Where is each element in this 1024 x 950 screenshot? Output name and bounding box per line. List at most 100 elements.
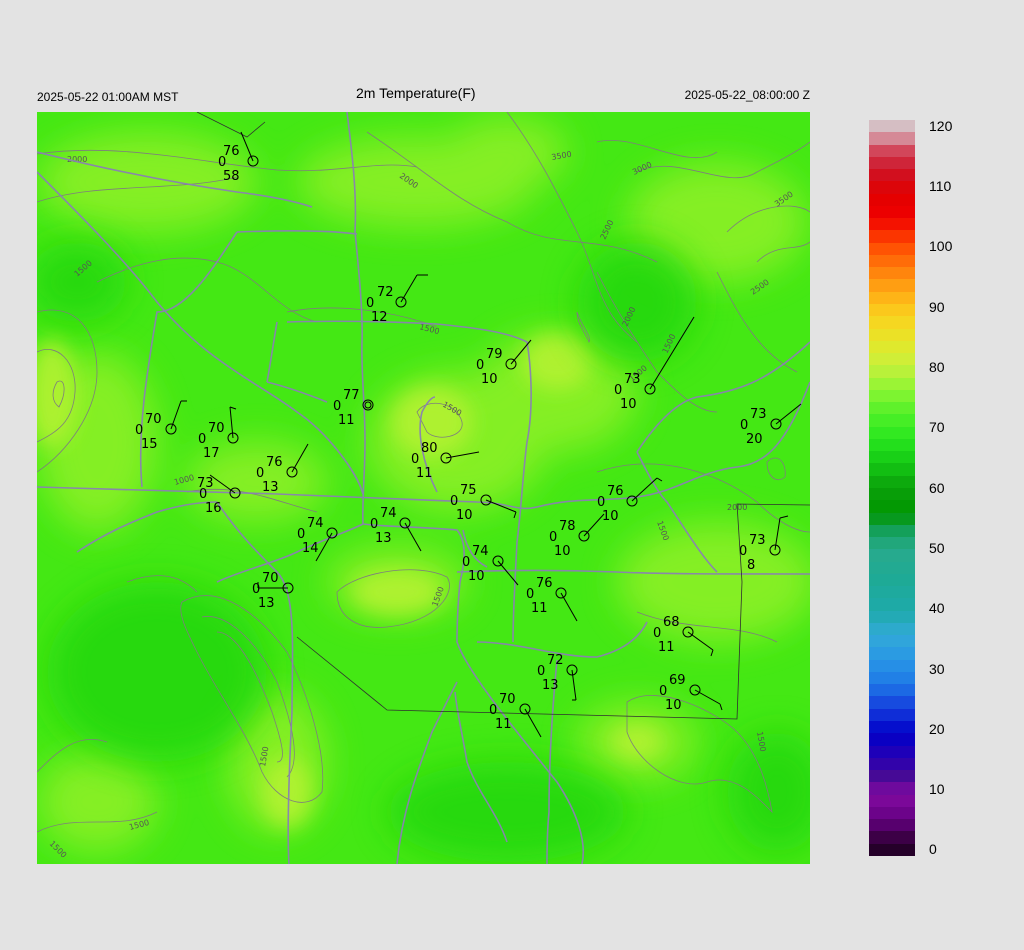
colorbar-band bbox=[869, 438, 915, 452]
station-temp: 70 bbox=[208, 421, 225, 436]
station-dewpoint: 0 bbox=[597, 495, 605, 510]
colorbar-tick-70: 70 bbox=[929, 419, 945, 435]
temperature-colorbar bbox=[869, 120, 915, 856]
station-dewpoint: 0 bbox=[526, 587, 534, 602]
station-temp: 70 bbox=[499, 692, 516, 707]
station-dewpoint: 0 bbox=[549, 530, 557, 545]
station-temp: 76 bbox=[536, 576, 553, 591]
station-dewpoint: 0 bbox=[614, 383, 622, 398]
colorbar-band bbox=[869, 708, 915, 722]
station-visibility: 20 bbox=[746, 432, 763, 447]
colorbar-band bbox=[869, 156, 915, 170]
colorbar-band bbox=[869, 586, 915, 599]
station-temp: 73 bbox=[749, 533, 766, 548]
station-visibility: 11 bbox=[416, 466, 433, 481]
station-visibility: 13 bbox=[262, 480, 279, 495]
colorbar-band bbox=[869, 500, 915, 513]
station-visibility: 17 bbox=[203, 446, 220, 461]
station-temp: 76 bbox=[266, 455, 283, 470]
colorbar-band bbox=[869, 120, 915, 133]
colorbar-band bbox=[869, 561, 915, 574]
station-visibility: 8 bbox=[747, 558, 755, 573]
colorbar-tick-40: 40 bbox=[929, 600, 945, 616]
colorbar-band bbox=[869, 831, 915, 844]
colorbar-band bbox=[869, 389, 915, 403]
station-temp: 72 bbox=[547, 653, 564, 668]
colorbar-band bbox=[869, 598, 915, 611]
colorbar-band bbox=[869, 181, 915, 194]
colorbar-band bbox=[869, 659, 915, 672]
station-visibility: 16 bbox=[205, 501, 222, 516]
station-visibility: 11 bbox=[531, 601, 548, 616]
station-dewpoint: 0 bbox=[135, 423, 143, 438]
station-visibility: 11 bbox=[495, 717, 512, 732]
station-dewpoint: 0 bbox=[198, 432, 206, 447]
colorbar-band bbox=[869, 267, 915, 280]
station-temp: 73 bbox=[624, 372, 641, 387]
colorbar-tick-50: 50 bbox=[929, 540, 945, 556]
colorbar-band bbox=[869, 353, 915, 366]
colorbar-band bbox=[869, 622, 915, 636]
station-temp: 74 bbox=[380, 506, 397, 521]
station-dewpoint: 0 bbox=[218, 155, 226, 170]
station-temp: 78 bbox=[559, 519, 576, 534]
station-temp: 70 bbox=[262, 571, 279, 586]
colorbar-band bbox=[869, 193, 915, 206]
station-temp: 80 bbox=[421, 441, 438, 456]
colorbar-band bbox=[869, 451, 915, 464]
colorbar-band bbox=[869, 218, 915, 231]
station-temp: 75 bbox=[460, 483, 477, 498]
station-dewpoint: 0 bbox=[476, 358, 484, 373]
station-dewpoint: 0 bbox=[659, 684, 667, 699]
colorbar-band bbox=[869, 377, 915, 390]
colorbar-band bbox=[869, 819, 915, 832]
colorbar-band bbox=[869, 169, 915, 182]
station-visibility: 13 bbox=[375, 531, 392, 546]
station-temp: 77 bbox=[343, 388, 360, 403]
colorbar-band bbox=[869, 610, 915, 623]
station-visibility: 10 bbox=[665, 698, 682, 713]
colorbar-band bbox=[869, 524, 915, 538]
colorbar-band bbox=[869, 721, 915, 734]
colorbar-band bbox=[869, 843, 915, 856]
colorbar-band bbox=[869, 328, 915, 341]
colorbar-band bbox=[869, 316, 915, 329]
station-dewpoint: 0 bbox=[462, 555, 470, 570]
station-dewpoint: 0 bbox=[256, 466, 264, 481]
station-temp: 74 bbox=[307, 516, 324, 531]
station-dewpoint: 0 bbox=[537, 664, 545, 679]
station-temp: 74 bbox=[472, 544, 489, 559]
colorbar-tick-0: 0 bbox=[929, 841, 937, 857]
station-dewpoint: 0 bbox=[366, 296, 374, 311]
colorbar-band bbox=[869, 254, 915, 268]
station-visibility: 11 bbox=[338, 413, 355, 428]
colorbar-band bbox=[869, 230, 915, 243]
colorbar-band bbox=[869, 696, 915, 709]
station-visibility: 10 bbox=[468, 569, 485, 584]
colorbar-band bbox=[869, 770, 915, 783]
colorbar-band bbox=[869, 242, 915, 255]
station-temp: 69 bbox=[669, 673, 686, 688]
colorbar-band bbox=[869, 512, 915, 525]
colorbar-band bbox=[869, 340, 915, 354]
colorbar-band bbox=[869, 549, 915, 562]
colorbar-band bbox=[869, 635, 915, 648]
station-temp: 79 bbox=[486, 347, 503, 362]
colorbar-band bbox=[869, 733, 915, 746]
station-dewpoint: 0 bbox=[297, 527, 305, 542]
station-visibility: 10 bbox=[456, 508, 473, 523]
colorbar-band bbox=[869, 647, 915, 660]
map-title: 2m Temperature(F) bbox=[356, 85, 476, 101]
station-dewpoint: 0 bbox=[252, 582, 260, 597]
station-temp: 72 bbox=[377, 285, 394, 300]
colorbar-tick-110: 110 bbox=[929, 178, 952, 194]
colorbar-band bbox=[869, 414, 915, 427]
colorbar-band bbox=[869, 684, 915, 697]
colorbar-band bbox=[869, 426, 915, 439]
colorbar-band bbox=[869, 303, 915, 317]
colorbar-band bbox=[869, 782, 915, 795]
colorbar-band bbox=[869, 279, 915, 292]
valid-time-utc: 2025-05-22_08:00:00 Z bbox=[684, 88, 810, 102]
station-temp: 73 bbox=[750, 407, 767, 422]
station-dewpoint: 0 bbox=[411, 452, 419, 467]
